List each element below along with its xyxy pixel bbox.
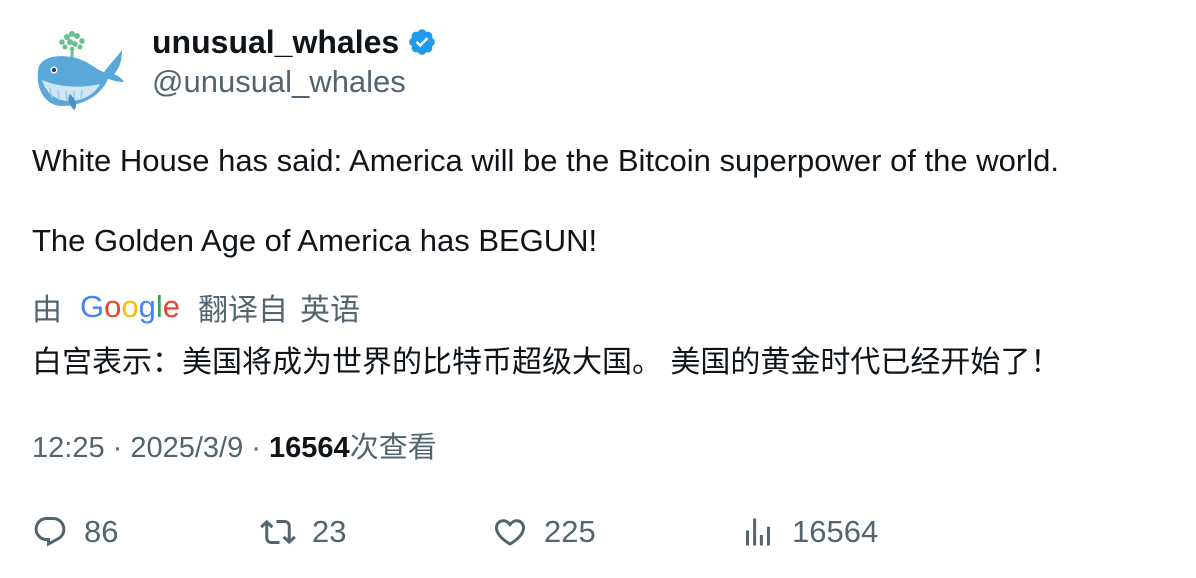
source-language[interactable]: 英语 (300, 285, 360, 329)
views-bar-chart-icon (746, 518, 770, 546)
meta-separator: · (243, 432, 270, 464)
reply-count: 86 (84, 514, 119, 549)
tweet-text-line-1: White House has said: America will be th… (32, 143, 1059, 178)
tweet-date[interactable]: 2025/3/9 (130, 432, 243, 464)
whale-avatar-icon[interactable] (32, 24, 126, 114)
svg-text:Google: Google (80, 289, 180, 324)
verified-badge-icon (407, 27, 437, 57)
reply-button[interactable]: 86 (32, 506, 118, 558)
tweet-text-line-2: The Golden Age of America has BEGUN! (32, 223, 598, 258)
tweet-meta: 12:25 · 2025/3/9 · 16564次查看 (32, 424, 437, 466)
reply-icon (34, 517, 66, 547)
retweet-count: 23 (312, 514, 347, 549)
google-logo-icon: Google (80, 289, 180, 324)
action-bar: 86 23 225 16564 (0, 506, 1196, 558)
translated-text: 白宫表示：美国将成为世界的比特币超级大国。 美国的黄金时代已经开始了！ (32, 346, 1061, 379)
tweet-time[interactable]: 12:25 (32, 432, 105, 464)
retweet-icon (260, 519, 296, 545)
views-label: 次查看 (349, 432, 437, 464)
translation-attribution: 由 Google 翻译自 英语 (32, 287, 360, 327)
views-count: 16564 (269, 432, 350, 464)
author-display-name[interactable]: unusual_whales (152, 24, 399, 61)
tweet-card: unusual_whales @unusual_whales White Hou… (0, 0, 1196, 578)
like-count: 225 (544, 514, 596, 549)
translated-from-link[interactable]: 翻译自 (198, 285, 288, 329)
author-handle[interactable]: @unusual_whales (152, 64, 406, 100)
views-action-count: 16564 (792, 514, 879, 549)
translated-by-label: 由 (32, 294, 62, 327)
heart-icon (494, 519, 526, 546)
author-name-row[interactable]: unusual_whales (152, 22, 437, 62)
retweet-button[interactable]: 23 (260, 506, 346, 558)
like-button[interactable]: 225 (492, 506, 596, 558)
meta-separator: · (104, 432, 131, 464)
views-button[interactable]: 16564 (740, 506, 878, 558)
